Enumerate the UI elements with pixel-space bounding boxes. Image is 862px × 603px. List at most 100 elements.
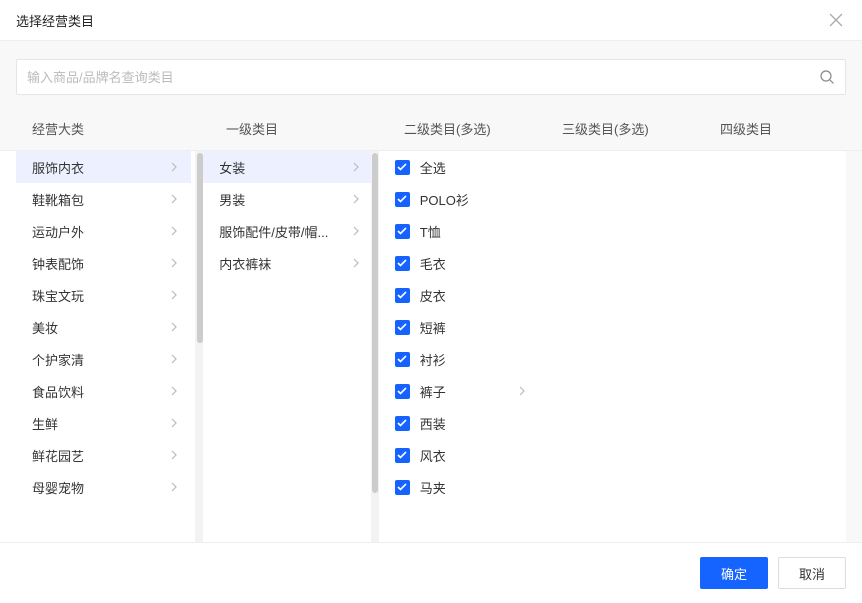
level2-category-item[interactable]: 西装 <box>379 407 535 439</box>
category-label: 服饰配件/皮带/帽... <box>219 222 328 241</box>
category-label: 男装 <box>219 190 245 209</box>
checkbox-checked-icon[interactable] <box>395 416 410 431</box>
category-label: 裤子 <box>420 382 519 401</box>
category-label: 毛衣 <box>420 254 525 273</box>
chevron-right-icon <box>171 386 177 396</box>
category-label: 母婴宠物 <box>32 478 84 497</box>
level2-category-item[interactable]: 毛衣 <box>379 247 535 279</box>
chevron-right-icon <box>171 290 177 300</box>
level1-category-item[interactable]: 男装 <box>203 183 378 215</box>
chevron-right-icon <box>171 354 177 364</box>
chevron-right-icon <box>171 194 177 204</box>
col-list-4 <box>690 151 846 542</box>
major-category-item[interactable]: 美妆 <box>16 311 191 343</box>
category-label: 西装 <box>420 414 525 433</box>
major-category-item[interactable]: 鞋靴箱包 <box>16 183 191 215</box>
checkbox-checked-icon[interactable] <box>395 480 410 495</box>
col-list-1: 女装男装服饰配件/皮带/帽... 内衣裤袜 <box>203 151 378 542</box>
major-category-item[interactable]: 运动户外 <box>16 215 191 247</box>
chevron-right-icon <box>353 258 359 268</box>
category-body: 服饰内衣鞋靴箱包运动户外钟表配饰珠宝文玩美妆个护家清食品饮料生鲜鲜花园艺母婴宠物… <box>0 151 846 542</box>
category-label: 美妆 <box>32 318 58 337</box>
category-label: 鲜花园艺 <box>32 446 84 465</box>
col-list-0: 服饰内衣鞋靴箱包运动户外钟表配饰珠宝文玩美妆个护家清食品饮料生鲜鲜花园艺母婴宠物 <box>16 151 191 542</box>
category-label: 短裤 <box>420 318 525 337</box>
category-label: 生鲜 <box>32 414 58 433</box>
category-label: 食品饮料 <box>32 382 84 401</box>
category-label: 钟表配饰 <box>32 254 84 273</box>
major-category-item[interactable]: 母婴宠物 <box>16 471 191 503</box>
chevron-right-icon <box>353 194 359 204</box>
modal-footer: 确定 取消 <box>0 542 862 603</box>
checkbox-checked-icon[interactable] <box>395 288 410 303</box>
category-modal: 选择经营类目 经营大类 一级类目 二级类目(多选) 三级类目(多选) 四级类目 … <box>0 0 862 603</box>
category-label: 珠宝文玩 <box>32 286 84 305</box>
scrollbar-col0[interactable] <box>191 151 203 542</box>
category-label: 风衣 <box>420 446 525 465</box>
category-label: 鞋靴箱包 <box>32 190 84 209</box>
checkbox-checked-icon[interactable] <box>395 160 410 175</box>
category-label: 衬衫 <box>420 350 525 369</box>
col-header-1: 一级类目 <box>210 119 388 138</box>
chevron-right-icon <box>353 162 359 172</box>
cancel-button[interactable]: 取消 <box>778 557 846 589</box>
checkbox-checked-icon[interactable] <box>395 224 410 239</box>
major-category-item[interactable]: 食品饮料 <box>16 375 191 407</box>
level1-category-item[interactable]: 内衣裤袜 <box>203 247 378 279</box>
level2-category-item[interactable]: POLO衫 <box>379 183 535 215</box>
col-header-2: 二级类目(多选) <box>388 119 546 138</box>
category-label: POLO衫 <box>420 190 525 209</box>
chevron-right-icon <box>171 162 177 172</box>
modal-title: 选择经营类目 <box>16 11 94 30</box>
search-icon[interactable] <box>819 69 835 85</box>
close-icon[interactable] <box>826 10 846 30</box>
major-category-item[interactable]: 服饰内衣 <box>16 151 191 183</box>
chevron-right-icon <box>171 226 177 236</box>
chevron-right-icon <box>353 226 359 236</box>
chevron-right-icon <box>171 258 177 268</box>
checkbox-checked-icon[interactable] <box>395 192 410 207</box>
chevron-right-icon <box>519 386 525 396</box>
major-category-item[interactable]: 生鲜 <box>16 407 191 439</box>
category-label: 皮衣 <box>420 286 525 305</box>
checkbox-checked-icon[interactable] <box>395 384 410 399</box>
level2-category-item[interactable]: 皮衣 <box>379 279 535 311</box>
major-category-item[interactable]: 鲜花园艺 <box>16 439 191 471</box>
major-category-item[interactable]: 钟表配饰 <box>16 247 191 279</box>
level2-category-item[interactable]: 马夹 <box>379 471 535 503</box>
level1-category-item[interactable]: 女装 <box>203 151 378 183</box>
category-label: 个护家清 <box>32 350 84 369</box>
major-category-item[interactable]: 珠宝文玩 <box>16 279 191 311</box>
checkbox-checked-icon[interactable] <box>395 256 410 271</box>
category-label: 运动户外 <box>32 222 84 241</box>
category-columns-header: 经营大类 一级类目 二级类目(多选) 三级类目(多选) 四级类目 <box>0 109 862 151</box>
checkbox-checked-icon[interactable] <box>395 448 410 463</box>
chevron-right-icon <box>171 322 177 332</box>
level1-category-item[interactable]: 服饰配件/皮带/帽... <box>203 215 378 247</box>
category-label: 女装 <box>219 158 245 177</box>
level2-category-item[interactable]: 风衣 <box>379 439 535 471</box>
level2-category-item[interactable]: 全选 <box>379 151 535 183</box>
chevron-right-icon <box>171 418 177 428</box>
level2-category-item[interactable]: 短裤 <box>379 311 535 343</box>
category-label: T恤 <box>420 222 525 241</box>
level2-category-item[interactable]: 衬衫 <box>379 343 535 375</box>
level2-category-item[interactable]: 裤子 <box>379 375 535 407</box>
major-category-item[interactable]: 个护家清 <box>16 343 191 375</box>
checkbox-checked-icon[interactable] <box>395 320 410 335</box>
col-list-3 <box>535 151 691 542</box>
category-label: 服饰内衣 <box>32 158 84 177</box>
checkbox-checked-icon[interactable] <box>395 352 410 367</box>
search-box <box>16 59 846 95</box>
modal-header: 选择经营类目 <box>0 0 862 41</box>
confirm-button[interactable]: 确定 <box>700 557 768 589</box>
col-header-4: 四级类目 <box>704 119 862 138</box>
chevron-right-icon <box>171 482 177 492</box>
search-input[interactable] <box>27 70 819 85</box>
col-header-3: 三级类目(多选) <box>546 119 704 138</box>
level2-category-item[interactable]: T恤 <box>379 215 535 247</box>
col-list-2: 全选 POLO衫 T恤毛衣皮衣短裤衬衫裤子西装风衣马夹 <box>379 151 535 542</box>
search-wrapper <box>0 41 862 109</box>
chevron-right-icon <box>171 450 177 460</box>
col-header-0: 经营大类 <box>16 119 194 138</box>
